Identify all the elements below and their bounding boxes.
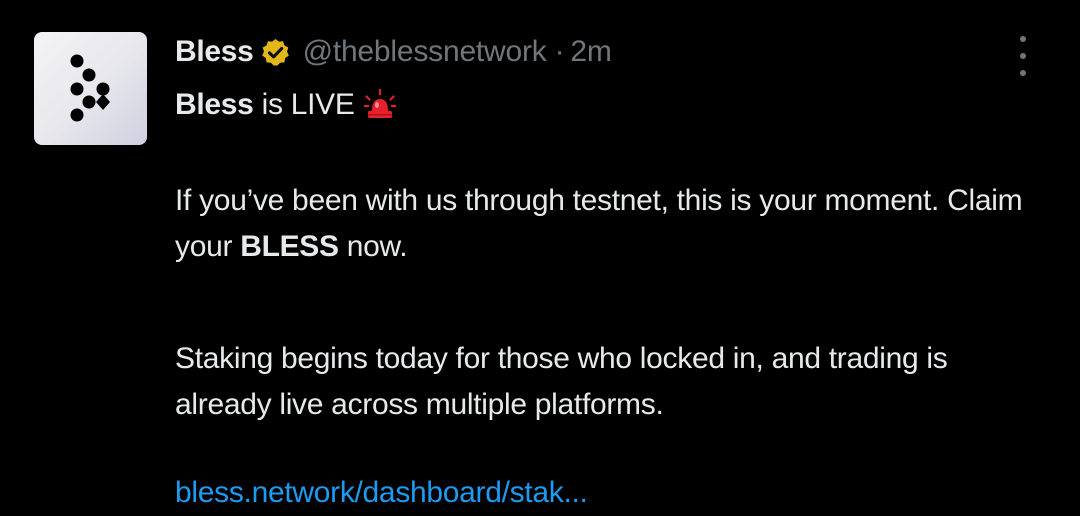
user-handle[interactable]: @theblessnetwork [303, 30, 547, 74]
more-options-button[interactable] [1008, 36, 1038, 76]
tweet-paragraph-staking: Staking begins today for those who locke… [175, 342, 948, 421]
claim-text-end: now. [338, 230, 408, 263]
more-dot [1020, 70, 1026, 76]
tweet: Bless @theblessnetwork · 2m Bless is LIV… [175, 30, 1045, 509]
bless-bold: Bless [175, 88, 254, 121]
live-text: is LIVE [253, 88, 355, 121]
avatar[interactable] [34, 32, 147, 145]
separator-dot: · [554, 35, 565, 68]
more-dot [1020, 36, 1026, 42]
more-dot [1020, 53, 1026, 59]
timestamp[interactable]: 2m [570, 30, 611, 74]
display-name[interactable]: Bless [175, 30, 254, 74]
tweet-header: Bless @theblessnetwork · 2m [175, 30, 1045, 74]
tweet-paragraph-claim: If you’ve been with us through testnet, … [175, 178, 1045, 270]
bless-logo-icon [70, 54, 110, 122]
verified-badge-icon [261, 38, 289, 66]
dashboard-link[interactable]: bless.network/dashboard/stak... [175, 470, 588, 516]
rotating-light-icon [363, 89, 396, 118]
bless-token-bold: BLESS [240, 230, 339, 263]
tweet-line-live: Bless is LIVE [175, 82, 397, 128]
